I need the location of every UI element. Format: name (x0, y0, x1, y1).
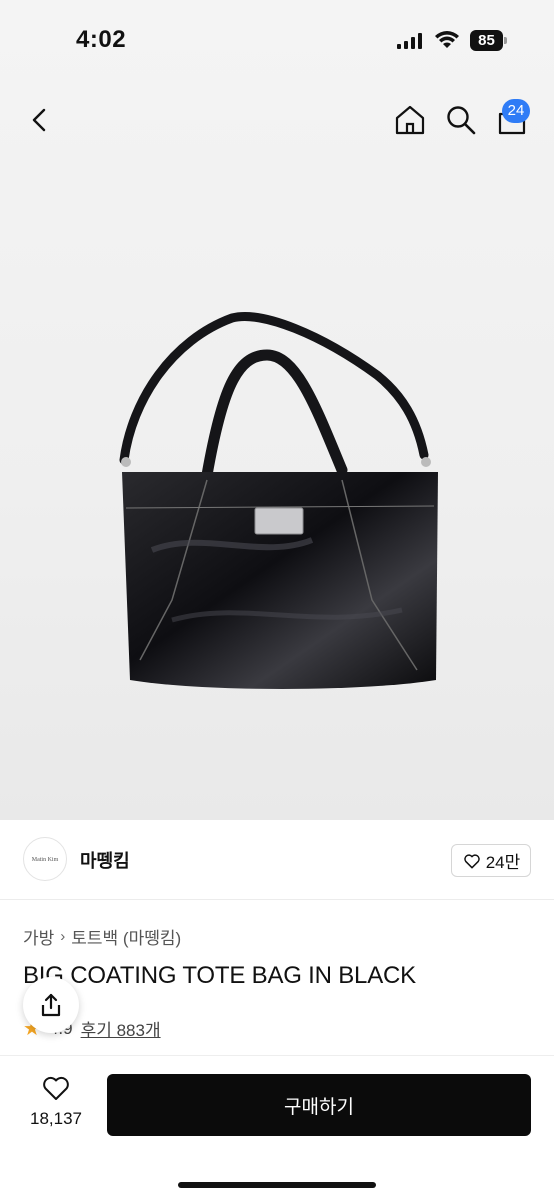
wifi-icon (435, 31, 459, 48)
heart-icon (43, 1076, 69, 1100)
shop-row[interactable]: Matin Kim 마뗑킴 24만 (0, 820, 554, 900)
wish-button[interactable]: 18,137 (24, 1074, 88, 1129)
shop-name[interactable]: 마뗑킴 (80, 847, 130, 873)
chevron-right-icon: › (60, 928, 66, 945)
share-button[interactable] (23, 977, 79, 1033)
home-icon[interactable] (392, 102, 428, 138)
buy-button[interactable]: 구매하기 (107, 1074, 531, 1136)
home-indicator (178, 1182, 376, 1188)
shop-logo[interactable]: Matin Kim (23, 837, 67, 881)
reviews-link[interactable]: 후기 883개 (81, 1016, 161, 1041)
breadcrumb: 가방 › 토트백 (마뗑킴) (23, 924, 181, 949)
battery-level: 85 (470, 30, 503, 51)
breadcrumb-category[interactable]: 가방 (23, 924, 54, 949)
shop-like-button[interactable]: 24만 (451, 844, 531, 877)
top-nav (0, 92, 554, 148)
product-title: BIG COATING TOTE BAG IN BLACK (23, 962, 416, 989)
signal-icon (397, 33, 422, 49)
back-icon[interactable] (24, 104, 56, 136)
breadcrumb-subcategory[interactable]: 토트백 (마뗑킴) (71, 924, 181, 949)
bottom-action-bar: 18,137 구매하기 (0, 1055, 554, 1200)
battery-icon: 85 (470, 30, 508, 51)
shop-like-count: 24만 (485, 853, 521, 872)
share-icon (41, 993, 61, 1017)
tote-bag-image (119, 312, 438, 689)
status-bar: 4:02 85 (0, 0, 554, 82)
heart-icon (463, 853, 480, 868)
wish-count: 18,137 (30, 1109, 82, 1128)
cart-count-badge: 24 (502, 99, 530, 123)
search-icon[interactable] (443, 102, 479, 138)
status-time: 4:02 (76, 26, 127, 53)
